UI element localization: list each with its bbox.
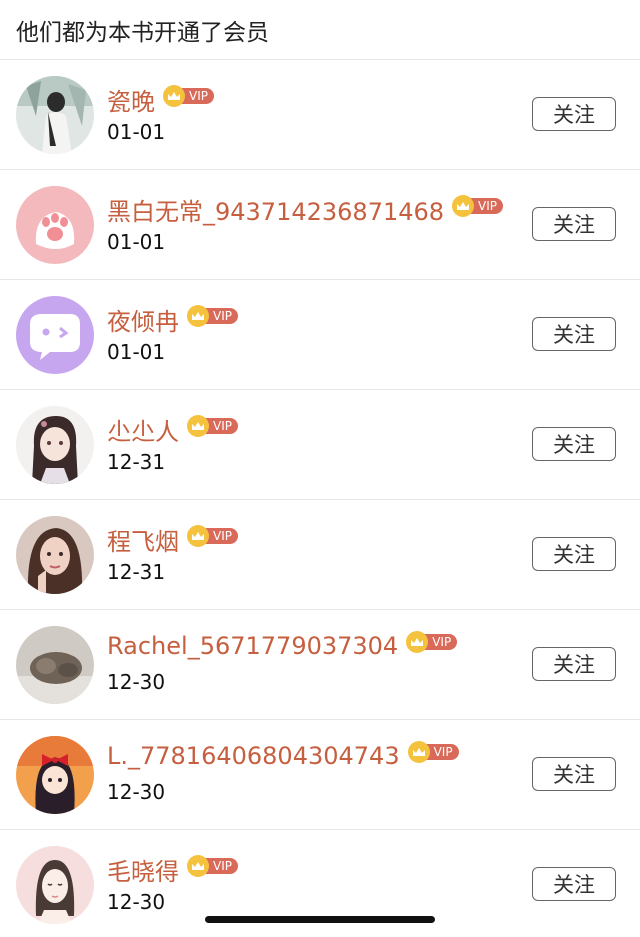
name-line: 瓷晚 VIP <box>107 82 214 117</box>
cartoon-girl-red-bow-avatar-icon <box>16 736 94 814</box>
vip-badge: VIP <box>407 741 459 763</box>
follow-button[interactable]: 关注 <box>532 97 616 131</box>
avatar[interactable] <box>16 846 94 924</box>
follow-button[interactable]: 关注 <box>532 317 616 351</box>
member-row[interactable]: L._77816406804304743 VIP 12-30 关注 <box>0 720 640 830</box>
member-row[interactable]: 瓷晚 VIP 01-01 关注 <box>0 60 640 170</box>
photo-avatar-woman-icon <box>16 516 94 594</box>
member-date: 12-30 <box>107 670 166 694</box>
member-name[interactable]: 瓷晚 <box>107 82 155 117</box>
avatar[interactable] <box>16 406 94 484</box>
member-name[interactable]: Rachel_5671779037304 <box>107 632 398 660</box>
name-line: L._77816406804304743 VIP <box>107 741 459 770</box>
name-line: Rachel_5671779037304 VIP <box>107 631 458 660</box>
crown-icon <box>187 854 209 877</box>
member-date: 01-01 <box>107 120 166 144</box>
member-row[interactable]: 黑白无常_943714236871468 VIP 01-01 关注 <box>0 170 640 280</box>
follow-button[interactable]: 关注 <box>532 757 616 791</box>
member-date: 12-31 <box>107 450 166 474</box>
crown-icon <box>187 304 209 327</box>
follow-button[interactable]: 关注 <box>532 867 616 901</box>
member-name[interactable]: 夜倾冉 <box>107 302 179 337</box>
member-row[interactable]: Rachel_5671779037304 VIP 12-30 关注 <box>0 610 640 720</box>
photo-avatar-cat-icon <box>16 626 94 704</box>
page-header: 他们都为本书开通了会员 <box>0 0 640 60</box>
follow-button[interactable]: 关注 <box>532 207 616 241</box>
crown-icon <box>187 414 209 437</box>
member-row[interactable]: 程飞烟 VIP 12-31 关注 <box>0 500 640 610</box>
member-name[interactable]: 尐尐人 <box>107 412 179 447</box>
avatar[interactable] <box>16 736 94 814</box>
page-title: 他们都为本书开通了会员 <box>16 19 269 46</box>
pink-paw-avatar-icon <box>16 186 94 264</box>
purple-chat-bubble-avatar-icon <box>16 296 94 374</box>
vip-badge: VIP <box>187 854 238 877</box>
vip-badge: VIP <box>187 414 238 437</box>
name-line: 黑白无常_943714236871468 VIP <box>107 192 504 227</box>
avatar[interactable] <box>16 516 94 594</box>
member-row[interactable]: 夜倾冉 VIP 01-01 关注 <box>0 280 640 390</box>
member-row[interactable]: 尐尐人 VIP 12-31 关注 <box>0 390 640 500</box>
member-date: 12-30 <box>107 890 166 914</box>
vip-badge: VIP <box>163 84 214 107</box>
name-line: 毛晓得 VIP <box>107 852 238 887</box>
vip-badge: VIP <box>187 524 238 547</box>
member-date: 01-01 <box>107 230 166 254</box>
avatar[interactable] <box>16 626 94 704</box>
follow-button[interactable]: 关注 <box>532 537 616 571</box>
name-line: 尐尐人 VIP <box>107 412 238 447</box>
member-name[interactable]: 程飞烟 <box>107 522 179 557</box>
vip-badge: VIP <box>187 304 238 327</box>
member-name[interactable]: 黑白无常_943714236871468 <box>107 192 444 227</box>
vip-badge: VIP <box>406 631 458 653</box>
home-indicator[interactable] <box>205 916 435 923</box>
member-list: 瓷晚 VIP 01-01 关注 黑白无常_943714236871468 VIP… <box>0 60 640 937</box>
member-name[interactable]: 毛晓得 <box>107 852 179 887</box>
vip-badge: VIP <box>452 194 504 217</box>
member-date: 12-30 <box>107 780 166 804</box>
photo-avatar-girl-white-dress-icon <box>16 76 94 154</box>
drawn-woman-avatar-icon <box>16 846 94 924</box>
crown-icon <box>163 84 185 107</box>
crown-icon <box>407 741 430 763</box>
member-date: 12-31 <box>107 560 166 584</box>
crown-icon <box>452 194 475 217</box>
crown-icon <box>187 524 209 547</box>
member-date: 01-01 <box>107 340 166 364</box>
member-name[interactable]: L._77816406804304743 <box>107 742 400 770</box>
avatar[interactable] <box>16 76 94 154</box>
follow-button[interactable]: 关注 <box>532 647 616 681</box>
follow-button[interactable]: 关注 <box>532 427 616 461</box>
avatar[interactable] <box>16 296 94 374</box>
anime-girl-avatar-icon <box>16 406 94 484</box>
members-page: 他们都为本书开通了会员 瓷晚 VIP 01-01 关注 黑白无常_9437142… <box>0 0 640 937</box>
name-line: 程飞烟 VIP <box>107 522 238 557</box>
name-line: 夜倾冉 VIP <box>107 302 238 337</box>
avatar[interactable] <box>16 186 94 264</box>
